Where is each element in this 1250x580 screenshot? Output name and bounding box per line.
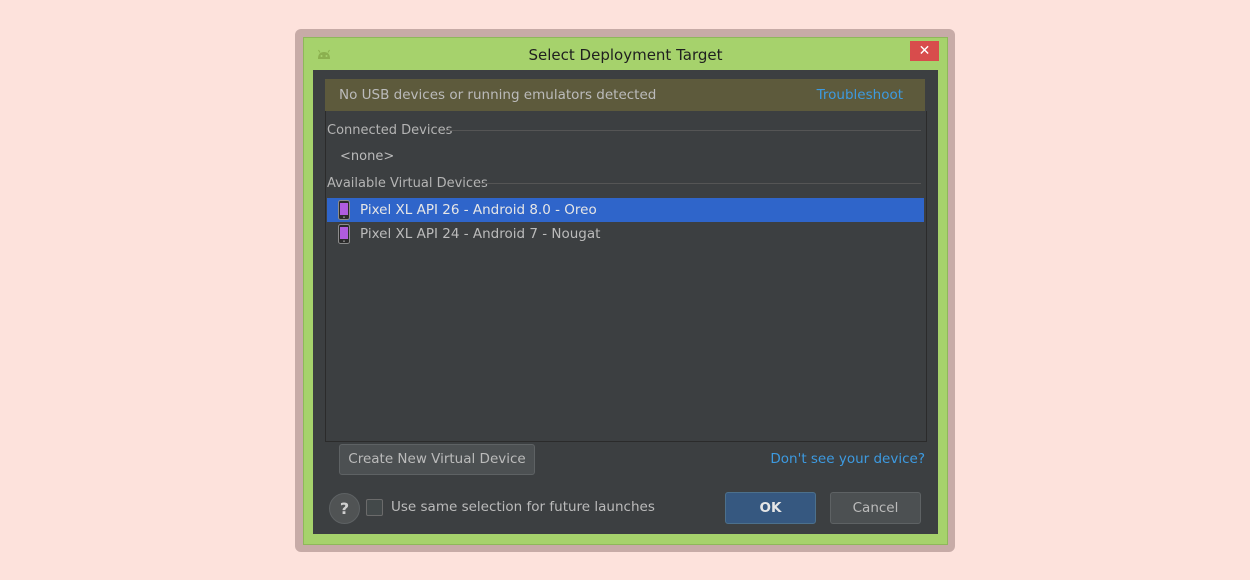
device-label: Pixel XL API 24 - Android 7 - Nougat [360, 226, 601, 242]
no-connected-devices: <none> [340, 149, 395, 164]
deployment-dialog: Select Deployment Target ✕ No USB device… [303, 37, 948, 545]
dialog-content: No USB devices or running emulators dete… [313, 70, 938, 534]
create-virtual-device-button[interactable]: Create New Virtual Device [339, 444, 535, 475]
close-icon: ✕ [918, 43, 931, 59]
close-button[interactable]: ✕ [910, 41, 939, 61]
phone-icon [338, 200, 350, 220]
device-list[interactable]: Connected Devices <none> Available Virtu… [325, 111, 927, 442]
same-selection-label[interactable]: Use same selection for future launches [391, 499, 655, 516]
same-selection-checkbox[interactable] [366, 499, 383, 516]
connected-devices-header: Connected Devices [327, 123, 453, 138]
device-row-pixel-xl-api-24[interactable]: Pixel XL API 24 - Android 7 - Nougat [327, 222, 924, 246]
virtual-devices-header: Available Virtual Devices [327, 176, 488, 191]
connected-divider [444, 130, 921, 131]
device-row-pixel-xl-api-26[interactable]: Pixel XL API 26 - Android 8.0 - Oreo [327, 198, 924, 222]
cancel-button[interactable]: Cancel [830, 492, 921, 524]
dialog-title: Select Deployment Target [528, 46, 723, 64]
troubleshoot-link[interactable]: Troubleshoot [817, 79, 903, 111]
dont-see-device-link[interactable]: Don't see your device? [770, 451, 925, 467]
ok-button[interactable]: OK [725, 492, 816, 524]
device-label: Pixel XL API 26 - Android 8.0 - Oreo [360, 202, 597, 218]
phone-icon [338, 224, 350, 244]
status-banner: No USB devices or running emulators dete… [325, 79, 925, 112]
title-bar[interactable]: Select Deployment Target ✕ [304, 38, 947, 69]
virtual-divider [476, 183, 921, 184]
help-icon[interactable]: ? [329, 493, 360, 524]
banner-message: No USB devices or running emulators dete… [339, 87, 657, 103]
